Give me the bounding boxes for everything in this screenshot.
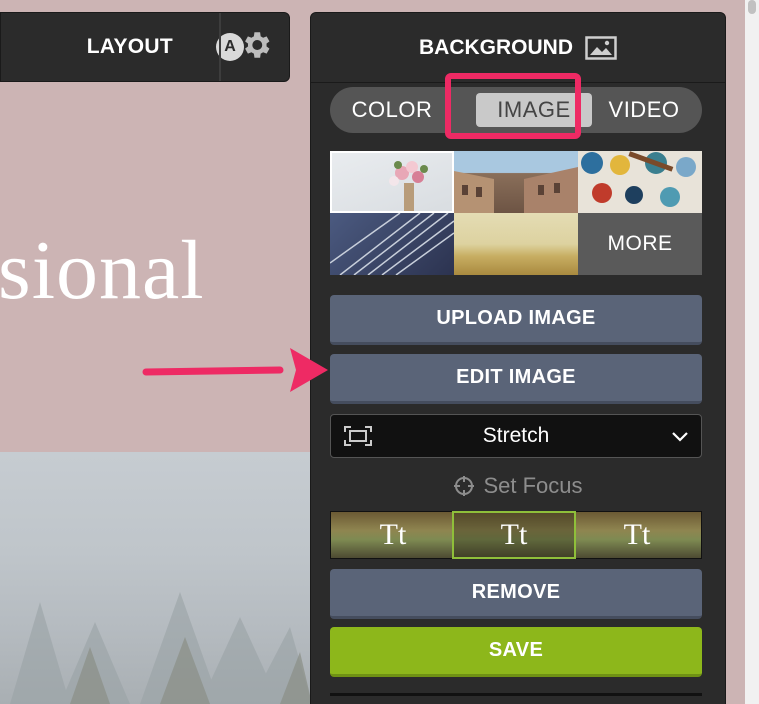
save-button[interactable]: SAVE [330,627,702,677]
set-focus-label: Set Focus [483,473,583,498]
arrow-annotation [140,340,335,405]
gear-icon [239,28,273,67]
flowers-thumbnail[interactable] [330,151,454,213]
tab-video[interactable]: VIDEO [582,87,706,133]
background-panel: BACKGROUND COLOR IMAGE VIDEO MORE UPLOAD… [310,12,726,704]
image-icon [585,35,617,60]
text-style-option-selected[interactable]: Tt [452,511,576,559]
forest-image [0,452,312,704]
background-type-toggle: COLOR IMAGE VIDEO [330,87,702,133]
field-thumbnail[interactable] [454,213,578,275]
panel-divider [330,693,702,696]
scrollbar-thumb[interactable] [748,0,756,14]
tab-image[interactable]: IMAGE [476,93,592,127]
panel-title: BACKGROUND [419,35,573,59]
edit-image-button[interactable]: EDIT IMAGE [330,354,702,404]
page-scrollbar[interactable] [745,0,759,704]
panel-header: BACKGROUND [311,13,725,83]
image-fit-select[interactable]: Stretch [330,414,702,458]
layout-button[interactable]: LAYOUT [1,13,219,81]
fit-icon [343,425,373,453]
top-toolbar: LAYOUT A [0,12,290,82]
text-style-option[interactable]: Tt [331,512,455,558]
text-style-option[interactable]: Tt [575,512,699,558]
settings-button[interactable] [223,13,289,81]
fit-mode-value: Stretch [482,424,550,447]
upload-image-button[interactable]: UPLOAD IMAGE [330,295,702,345]
paint-thumbnail[interactable] [578,151,702,213]
hero-text: sional [0,224,205,317]
stock-image-grid: MORE [330,151,702,275]
layout-label: LAYOUT [86,35,173,58]
building-thumbnail[interactable] [330,213,454,275]
set-focus-button[interactable]: Set Focus [311,471,725,501]
tab-color[interactable]: COLOR [330,87,454,133]
chevron-down-icon [669,425,691,453]
crosshair-icon [453,475,475,497]
remove-button[interactable]: REMOVE [330,569,702,619]
toolbar-divider [219,13,221,81]
text-style-picker: Tt Tt Tt [330,511,702,559]
more-images-button[interactable]: MORE [578,213,702,275]
street-thumbnail[interactable] [454,151,578,213]
